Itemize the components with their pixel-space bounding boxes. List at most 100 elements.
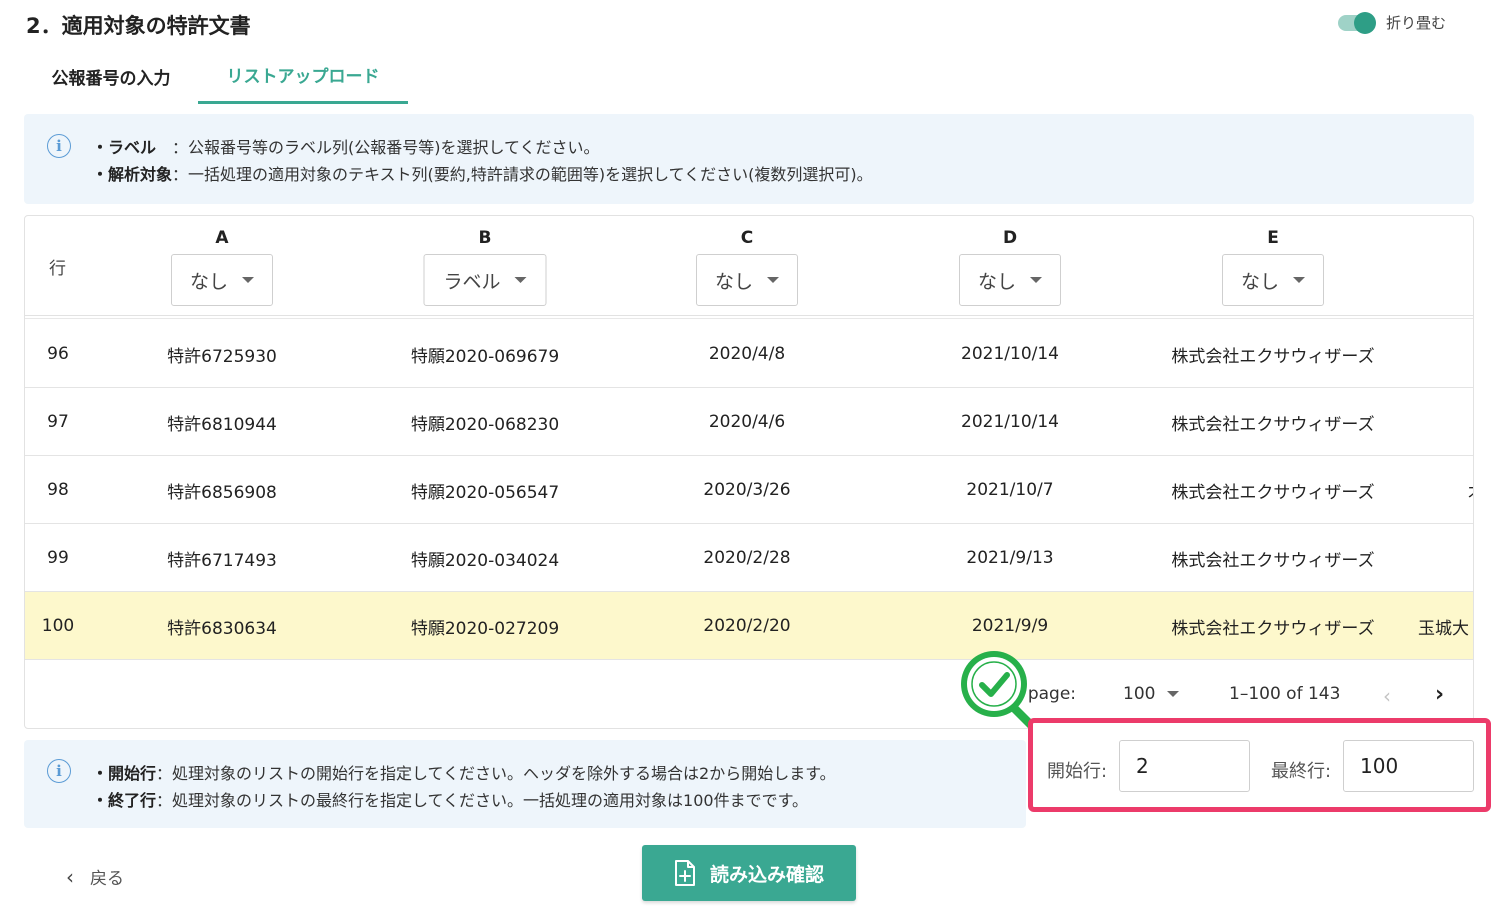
table-row: 99 特許6717493 特願2020-034024 2020/2/28 202… [25,524,1473,592]
end-row-input[interactable]: 100 [1343,740,1474,792]
back-button[interactable]: ‹ 戻る [66,864,124,890]
row-header: 行 [49,259,66,279]
column-header-d: D なし [959,228,1061,306]
caret-down-icon [1167,691,1180,697]
confirm-label: 読み込み確認 [709,863,824,886]
column-c-select[interactable]: なし [696,254,798,306]
column-header-a: A なし [171,228,273,306]
select-value: なし [189,270,228,293]
cell-c: 2020/4/6 [708,412,786,432]
row-number: 98 [47,480,69,500]
column-d-select[interactable]: なし [959,254,1061,306]
back-label: 戻る [90,869,124,889]
select-value: なし [977,270,1016,293]
row-number: 96 [47,344,69,364]
info-key: ・ラベル [92,138,173,157]
start-row-label: 開始行: [1047,761,1108,782]
preview-table: 行 A なし B ラベル C なし D なし E なし 96 特許6725930… [24,215,1474,729]
range-info-box: i ・開始行：処理対象のリストの開始行を指定してください。ヘッダを除外する場合は… [24,740,1026,828]
info-text: ：処理対象のリストの開始行を指定してください。ヘッダを除外する場合は2から開始し… [156,764,836,783]
info-key: ・開始行 [92,764,157,783]
row-number: 99 [47,548,69,568]
cell-b: 特願2020-056547 [410,482,560,503]
column-letter: B [478,228,492,248]
cell-d: 2021/9/13 [966,548,1054,568]
collapse-toggle[interactable]: 折り畳む [1338,11,1447,34]
column-header-e: E なし [1222,228,1324,306]
table-row: 96 特許6725930 特願2020-069679 2020/4/8 2021… [25,320,1473,388]
tab-publication-number[interactable]: 公報番号の入力 [24,48,198,104]
toggle-label: 折り畳む [1386,14,1447,32]
cell-b: 特願2020-027209 [410,618,560,639]
cell-e: 株式会社エクサウィザーズ [1171,482,1375,503]
select-value: なし [1240,270,1279,293]
cell-b: 特願2020-069679 [410,346,560,367]
cell-f: 玉城大 [1418,618,1469,639]
rows-per-page-select[interactable]: 100 [1123,684,1180,704]
next-page-icon[interactable]: › [1435,682,1444,707]
cell-c: 2020/3/26 [703,480,791,500]
column-info-box: i ・ラベル ：公報番号等のラベル列(公報番号等)を選択してください。 ・解析対… [24,114,1474,204]
prev-page-icon[interactable]: ‹ [1383,684,1391,708]
column-header-b: B ラベル [423,228,547,306]
file-add-icon [674,860,695,886]
chevron-left-icon: ‹ [66,864,74,889]
column-letter: C [740,228,754,248]
info-text: ：一括処理の適用対象のテキスト列(要約,特許請求の範囲等)を選択してください(複… [172,165,873,184]
cell-e: 株式会社エクサウィザーズ [1171,346,1375,367]
toggle-switch[interactable] [1338,11,1376,34]
cell-a: 特許6830634 [167,618,277,639]
column-b-select[interactable]: ラベル [423,254,547,306]
caret-down-icon [1030,277,1042,283]
table-row-highlighted: 100 特許6830634 特願2020-027209 2020/2/20 20… [25,592,1473,660]
column-letter: E [1267,228,1279,248]
caret-down-icon [767,277,779,283]
info-icon: i [47,134,71,158]
select-value: なし [714,270,753,293]
cell-c: 2020/4/8 [708,344,786,364]
info-line-label: ・ラベル ：公報番号等のラベル列(公報番号等)を選択してください。 [92,134,600,158]
cell-a: 特許6717493 [167,550,277,571]
page-range: 1–100 of 143 [1229,684,1341,704]
start-row-input[interactable]: 2 [1119,740,1250,792]
cell-a: 特許6725930 [167,346,277,367]
info-line-start: ・開始行：処理対象のリストの開始行を指定してください。ヘッダを除外する場合は2か… [92,760,836,784]
cell-e: 株式会社エクサウィザーズ [1171,414,1375,435]
select-value: 100 [1123,684,1156,704]
info-key: ・終了行 [92,791,157,810]
row-number: 100 [41,616,75,636]
info-icon: i [47,759,71,783]
caret-down-icon [242,277,254,283]
row-number: 97 [47,412,69,432]
column-letter: D [1002,228,1018,248]
column-letter: A [215,228,229,248]
info-text: ：処理対象のリストの最終行を指定してください。一括処理の適用対象は100件までで… [156,791,808,810]
end-row-label: 最終行: [1271,761,1332,782]
info-line-end: ・終了行：処理対象のリストの最終行を指定してください。一括処理の適用対象は100… [92,787,808,811]
confirm-load-button[interactable]: 読み込み確認 [642,845,856,901]
tab-list-upload[interactable]: リストアップロード [198,48,408,104]
cell-d: 2021/10/14 [961,344,1059,364]
cell-f: 才 [1468,456,1473,524]
cell-b: 特願2020-034024 [410,550,560,571]
cell-b: 特願2020-068230 [410,414,560,435]
info-text: ：公報番号等のラベル列(公報番号等)を選択してください。 [172,138,600,157]
info-line-target: ・解析対象：一括処理の適用対象のテキスト列(要約,特許請求の範囲等)を選択してく… [92,161,873,185]
caret-down-icon [1293,277,1305,283]
column-a-select[interactable]: なし [171,254,273,306]
cell-c: 2020/2/28 [703,548,791,568]
table-header: 行 A なし B ラベル C なし D なし E なし [25,216,1473,316]
select-value: ラベル [443,270,501,293]
table-row: 97 特許6810944 特願2020-068230 2020/4/6 2021… [25,388,1473,456]
cell-a: 特許6856908 [167,482,277,503]
cell-c: 2020/2/20 [703,616,791,636]
header-divider [25,316,1473,319]
caret-down-icon [514,277,527,283]
column-e-select[interactable]: なし [1222,254,1324,306]
cell-e: 株式会社エクサウィザーズ [1171,550,1375,571]
cell-d: 2021/10/14 [961,412,1059,432]
section-title: 2．適用対象の特許文書 [26,14,251,38]
table-row: 98 特許6856908 特願2020-056547 2020/3/26 202… [25,456,1473,524]
input-mode-tabs: 公報番号の入力 リストアップロード [24,48,408,104]
cell-e: 株式会社エクサウィザーズ [1171,618,1375,639]
